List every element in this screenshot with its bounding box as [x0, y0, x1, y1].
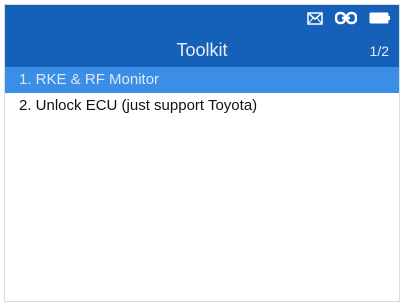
menu-item-label: 2. Unlock ECU (just support Toyota) — [19, 97, 258, 114]
title-bar: Toolkit 1/2 — [5, 33, 399, 67]
status-bar — [5, 5, 399, 33]
page-indicator: 1/2 — [369, 43, 389, 59]
battery-icon — [369, 12, 391, 24]
link-icon — [335, 11, 357, 25]
menu-item-label: 1. RKE & RF Monitor — [19, 71, 160, 88]
status-icons — [307, 11, 391, 25]
page-title: Toolkit — [176, 40, 228, 60]
menu-item-unlock-ecu[interactable]: 2. Unlock ECU (just support Toyota) — [5, 93, 399, 119]
device-screen: Toolkit 1/2 1. RKE & RF Monitor 2. Unloc… — [4, 4, 400, 302]
toolkit-menu: 1. RKE & RF Monitor 2. Unlock ECU (just … — [5, 67, 399, 119]
mail-icon — [307, 11, 323, 25]
menu-item-rke-rf-monitor[interactable]: 1. RKE & RF Monitor — [5, 67, 399, 93]
